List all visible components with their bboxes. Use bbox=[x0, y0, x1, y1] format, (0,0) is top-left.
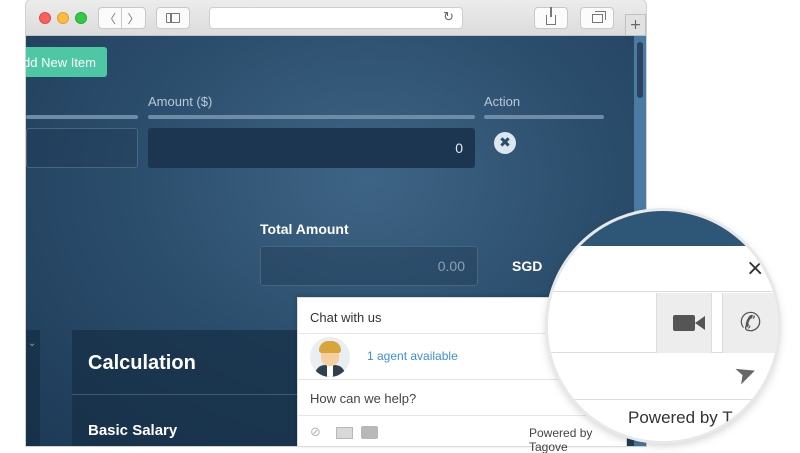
close-window-button[interactable] bbox=[39, 12, 51, 24]
amount-column-header: Amount ($) bbox=[148, 94, 213, 109]
mail-icon[interactable] bbox=[336, 427, 353, 439]
magnified-header-row bbox=[548, 246, 778, 292]
zoom-magnifier: × ✆ ➤ Powered by T bbox=[548, 211, 778, 441]
agent-avatar bbox=[310, 337, 350, 377]
scrollbar-thumb[interactable] bbox=[637, 42, 643, 98]
phone-icon: ✆ bbox=[739, 308, 762, 338]
close-icon[interactable]: × bbox=[746, 256, 764, 281]
phone-call-button[interactable]: ✆ bbox=[722, 293, 778, 353]
divider bbox=[72, 394, 322, 395]
sidebar-icon bbox=[166, 13, 180, 23]
action-column-header: Action bbox=[484, 94, 521, 109]
agent-availability: 1 agent available bbox=[367, 349, 458, 363]
back-button[interactable]: 〈 bbox=[98, 7, 122, 29]
chevron-left-icon: 〈 bbox=[103, 11, 116, 26]
item-name-input[interactable] bbox=[26, 128, 138, 168]
tabs-icon bbox=[591, 10, 606, 23]
chat-footer-icons: ⊘ bbox=[310, 425, 378, 440]
column-rule bbox=[148, 115, 475, 119]
minimize-window-button[interactable] bbox=[57, 12, 69, 24]
attachment-icon[interactable]: ⊘ bbox=[310, 425, 328, 440]
magnified-powered-by-text: Powered by T bbox=[628, 408, 733, 427]
video-call-button[interactable] bbox=[656, 293, 712, 353]
column-rule bbox=[484, 115, 604, 119]
add-new-item-button[interactable]: dd New Item bbox=[26, 47, 107, 77]
sidebar-toggle-button[interactable] bbox=[156, 7, 190, 29]
currency-label: SGD bbox=[512, 258, 543, 274]
reload-icon[interactable]: ↻ bbox=[443, 10, 454, 25]
video-icon bbox=[673, 315, 705, 331]
chevron-down-icon[interactable]: ⌄ bbox=[28, 338, 36, 349]
column-rule bbox=[26, 115, 138, 119]
share-button[interactable] bbox=[534, 7, 568, 29]
share-icon bbox=[546, 7, 556, 25]
total-amount-field: 0.00 bbox=[260, 246, 478, 286]
chat-input-placeholder: How can we help? bbox=[310, 391, 417, 406]
remove-icon[interactable]: ✖ bbox=[494, 132, 516, 154]
calculation-title: Calculation bbox=[88, 352, 196, 374]
browser-titlebar: 〈 〉 ↻ bbox=[26, 0, 646, 36]
show-tabs-button[interactable] bbox=[580, 7, 614, 29]
chat-title: Chat with us bbox=[310, 310, 382, 325]
powered-by-text: Powered by Tagove bbox=[529, 426, 593, 453]
basic-salary-label: Basic Salary bbox=[88, 422, 178, 439]
new-tab-button[interactable]: + bbox=[625, 14, 646, 36]
address-bar[interactable]: ↻ bbox=[209, 7, 463, 29]
print-icon[interactable] bbox=[361, 426, 378, 439]
zoom-window-button[interactable] bbox=[75, 12, 87, 24]
amount-input[interactable]: 0 bbox=[148, 128, 475, 168]
magnified-page-strip bbox=[548, 211, 778, 246]
total-amount-label: Total Amount bbox=[260, 221, 349, 237]
forward-button[interactable]: 〉 bbox=[122, 7, 146, 29]
chevron-right-icon: 〉 bbox=[127, 11, 140, 26]
